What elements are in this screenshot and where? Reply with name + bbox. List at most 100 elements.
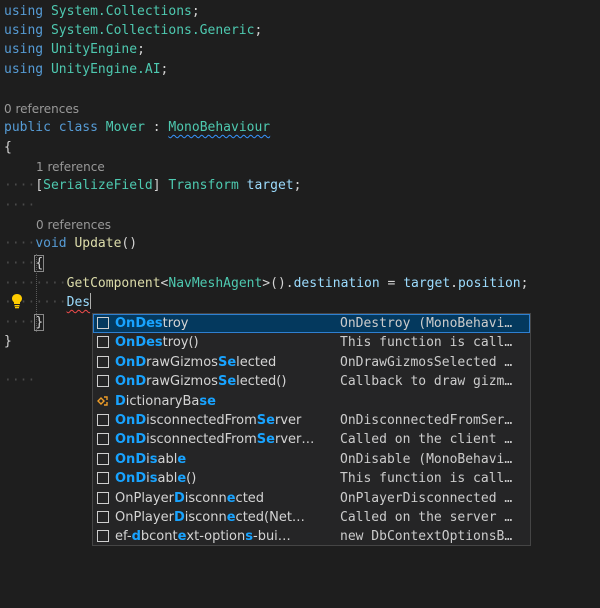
suggestion-detail: OnDrawGizmosSelected … (340, 354, 513, 370)
suggestion-item[interactable]: DictionaryBase (93, 392, 530, 411)
suggestion-detail: Callback to draw gizm… (340, 374, 513, 390)
method-icon (97, 511, 109, 523)
keyword: using (4, 23, 44, 38)
class-name: Mover (105, 120, 145, 135)
suggestion-widget[interactable]: OnDestroy OnDestroy (MonoBehavi… OnDestroy… (92, 313, 531, 546)
suggestion-label: DictionaryBase (115, 393, 216, 409)
variable: target (403, 276, 451, 291)
type: NavMeshAgent (168, 276, 263, 291)
whitespace-dots: ···· (35, 295, 67, 310)
class-icon (97, 395, 108, 406)
snippet-icon (97, 530, 109, 543)
indent-guide (36, 254, 37, 332)
keyword: void (35, 236, 67, 251)
code-line-blank: ···· (4, 196, 35, 215)
semicolon: ; (254, 23, 263, 38)
namespace: System.Collections.Generic (50, 23, 255, 38)
suggestion-item[interactable]: OnDisable OnDisable (MonoBehavi… (93, 450, 530, 469)
namespace: UnityEngine.AI (50, 62, 161, 77)
dot: . (450, 276, 458, 291)
keyword: using (4, 42, 44, 57)
method-icon (97, 355, 109, 368)
suggestion-item[interactable]: OnDisconnectedFromServer… Called on the c… (93, 430, 530, 449)
suggestion-detail: Called on the client … (340, 432, 513, 448)
whitespace-dots: ···· (4, 178, 36, 193)
suggestion-label: OnDisconnectedFromServer (115, 413, 302, 428)
property: position (457, 276, 521, 291)
suggestion-item[interactable]: OnDrawGizmosSelected OnDrawGizmosSelected… (93, 353, 530, 372)
suggestion-item[interactable]: OnDisconnectedFromServer OnDisconnectedFr… (93, 411, 530, 430)
semicolon: ; (137, 42, 145, 57)
suggestion-detail: Called on the server … (340, 510, 513, 525)
brace: { (4, 140, 12, 155)
base-class: MonoBehaviour (168, 120, 271, 135)
method-icon (97, 336, 109, 349)
suggestion-label: OnDisable() (115, 471, 197, 487)
bracket: [ (35, 178, 44, 193)
keyword: using (4, 4, 44, 19)
suggestion-item[interactable]: OnDrawGizmosSelected() Callback to draw g… (93, 372, 530, 391)
suggestion-item[interactable]: OnDestroy OnDestroy (MonoBehavi… (93, 314, 530, 334)
method-icon (97, 433, 109, 446)
codelens-method-references[interactable]: 0 references (36, 217, 111, 234)
bracket: ] (152, 178, 161, 193)
attribute: SerializeField (43, 178, 153, 193)
code-line-using-4: using UnityEngine.AI; (4, 60, 168, 79)
suggestion-item[interactable]: OnPlayerDisconnected(Net… Called on the s… (93, 508, 530, 527)
method-name: Update (74, 236, 122, 251)
whitespace-dots: ···· (35, 276, 67, 291)
brace: } (4, 334, 12, 349)
code-line-method-open: ····{ (4, 254, 45, 273)
whitespace-dots: ···· (4, 236, 36, 251)
suggestion-label: OnDestroy() (115, 335, 199, 351)
suggestion-label: OnPlayerDisconnected (115, 490, 265, 506)
suggestion-detail: OnDisconnectedFromSer… (340, 413, 513, 428)
code-line-using-2: using System.Collections.Generic; (4, 21, 262, 40)
suggestion-detail: OnPlayerDisconnected … (340, 490, 513, 506)
code-line-trailing: ···· (4, 371, 35, 390)
text-cursor (90, 293, 92, 309)
whitespace-dots: ···· (4, 276, 36, 291)
suggestion-item[interactable]: OnPlayerDisconnected OnPlayerDisconnected… (93, 489, 530, 508)
typed-text: Des (66, 295, 91, 310)
method-icon (97, 472, 109, 485)
suggestion-detail: new DbContextOptionsB… (340, 529, 513, 545)
suggestion-label: OnDrawGizmosSelected() (115, 374, 287, 390)
suggestion-label: ef-dbcontext-options-bui… (115, 529, 291, 545)
code-line-class-close: } (4, 332, 12, 351)
type: Transform (168, 178, 239, 193)
whitespace-dots: ···· (4, 256, 36, 271)
suggestion-item[interactable]: OnDestroy() This function is call… (93, 333, 530, 352)
lightbulb-icon[interactable] (10, 293, 24, 309)
keyword: public (4, 120, 51, 135)
suggestion-item[interactable]: OnDisable() This function is call… (93, 469, 530, 488)
codelens-class-references[interactable]: 0 references (4, 101, 79, 118)
parens: () (121, 236, 138, 251)
semicolon: ; (520, 276, 529, 291)
suggestion-detail: OnDestroy (MonoBehavi… (340, 316, 513, 331)
suggestion-label: OnDisable (115, 451, 187, 467)
code-line-method-decl: ····void Update() (4, 234, 137, 253)
namespace: System.Collections (50, 4, 192, 19)
suggestion-label: OnDestroy (115, 316, 189, 331)
keyword: class (58, 120, 98, 135)
code-line-statement: ········GetComponent<NavMeshAgent>().des… (4, 274, 528, 293)
method-icon (97, 317, 109, 329)
codelens-field-references[interactable]: 1 reference (36, 159, 105, 176)
semicolon: ; (191, 4, 200, 19)
method-icon (97, 452, 109, 465)
suggestion-label: OnPlayerDisconnected(Net… (115, 510, 305, 525)
suggestion-item[interactable]: ef-dbcontext-options-bui… new DbContextOp… (93, 527, 530, 545)
code-editor[interactable]: using System.Collections; using System.C… (0, 0, 600, 608)
namespace: UnityEngine (50, 42, 138, 57)
call: >(). (262, 276, 294, 291)
suggestion-label: OnDrawGizmosSelected (115, 354, 277, 370)
keyword: using (4, 62, 44, 77)
method-icon (97, 375, 109, 388)
semicolon: ; (160, 62, 169, 77)
colon: : (152, 120, 161, 135)
whitespace-dots: ···· (4, 315, 36, 330)
method-icon (97, 414, 109, 426)
semicolon: ; (293, 178, 302, 193)
field-name: target (246, 178, 294, 193)
